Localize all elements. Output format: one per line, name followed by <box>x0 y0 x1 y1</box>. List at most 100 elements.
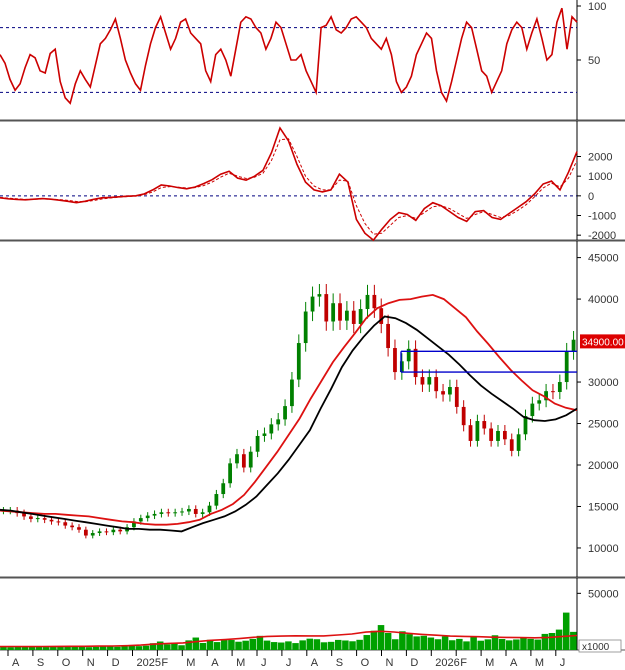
volume-bar <box>555 629 563 650</box>
volume-bar <box>164 644 171 650</box>
x-axis-tick-label: O <box>62 657 71 669</box>
volume-bar <box>384 633 392 650</box>
price-candle-body <box>118 529 123 532</box>
price-candle-body <box>434 377 439 392</box>
volume-bar <box>391 639 399 650</box>
price-candle-body <box>420 377 425 385</box>
volume-bar <box>413 636 420 650</box>
macd-tick-label: 1000 <box>588 171 612 183</box>
x-axis-tick-label: A <box>211 657 219 669</box>
macd-line <box>0 126 578 242</box>
price-candle-body <box>214 494 219 506</box>
x-axis-tick-label: F <box>460 657 467 669</box>
volume-bar <box>156 641 164 650</box>
price-candle-body <box>351 310 356 324</box>
volume-bar <box>313 639 321 650</box>
x-axis-tick-label: J <box>261 657 267 669</box>
price-candle-body <box>70 525 75 528</box>
price-candle-body <box>296 343 301 380</box>
volume-bar <box>505 640 513 650</box>
x-axis-tick-label: S <box>336 657 343 669</box>
volume-bar <box>520 637 527 650</box>
price-candle-body <box>386 323 390 349</box>
x-axis-tick-label: D <box>410 657 418 669</box>
price-tick-label: 15000 <box>588 501 619 513</box>
volume-bar <box>263 640 271 650</box>
price-tick-label: 30000 <box>588 377 619 389</box>
price-candle-body <box>49 519 54 522</box>
price-candle-body <box>90 533 95 536</box>
price-candle-body <box>413 348 418 378</box>
price-candle-body <box>77 527 81 530</box>
volume-bar <box>448 640 456 650</box>
price-tick-label: 45000 <box>588 253 619 265</box>
price-candle-body <box>42 518 47 520</box>
volume-bar <box>370 630 378 650</box>
volume-bar <box>548 633 556 650</box>
x-axis-tick-label: A <box>510 657 518 669</box>
price-candle-body <box>29 516 33 519</box>
price-last-label: 34900.00 <box>582 337 624 348</box>
price-candle-body <box>228 463 233 484</box>
x-axis-tick-label: D <box>112 657 120 669</box>
price-candle-body <box>221 483 226 495</box>
price-candle-body <box>482 421 487 429</box>
price-candle-body <box>173 512 178 514</box>
price-candle-body <box>56 521 61 523</box>
volume-bar <box>192 637 200 650</box>
x-axis-tick-label: S <box>37 657 44 669</box>
volume-bar <box>121 646 128 650</box>
x-axis-tick-label: M <box>236 657 245 669</box>
price-candle-body <box>509 439 514 451</box>
volume-bar <box>513 639 520 650</box>
price-tick-label: 20000 <box>588 460 619 472</box>
volume-bar <box>78 646 86 650</box>
price-candle-body <box>551 391 555 393</box>
oscillator-tick-label: 100 <box>588 1 606 13</box>
volume-bar <box>228 640 235 650</box>
volume-bar <box>470 636 477 650</box>
volume-bar <box>349 641 356 650</box>
price-tick-label: 40000 <box>588 294 619 306</box>
volume-bar <box>142 645 150 650</box>
price-candle-body <box>427 377 432 385</box>
price-candle-body <box>489 428 494 441</box>
volume-unit-label: x1000 <box>582 642 610 653</box>
macd-tick-label: 2000 <box>588 152 612 164</box>
price-candle-body <box>303 311 308 344</box>
macd-tick-label: -1000 <box>588 211 616 223</box>
price-ma-short-line <box>0 315 578 533</box>
volume-bar <box>64 646 71 650</box>
x-axis-tick-label: N <box>386 657 394 669</box>
price-candle-body <box>344 310 349 321</box>
volume-bar <box>534 639 541 650</box>
stock-chart: 100 50 2000 1000 0 -1000 -2000 45000 40000 30000 2… <box>0 0 625 670</box>
price-candle-body <box>564 351 569 383</box>
volume-bar <box>135 646 143 650</box>
price-candle-body <box>262 433 267 436</box>
oscillator-tick-label: 50 <box>588 55 600 67</box>
volume-tick-label: 50000 <box>588 588 619 600</box>
price-candle-body <box>283 406 287 420</box>
price-candle-body <box>537 400 542 404</box>
volume-bar <box>85 647 93 650</box>
volume-bar <box>477 640 484 650</box>
oscillator-line <box>0 7 578 105</box>
volume-bar <box>278 642 285 650</box>
x-axis-tick-label: M <box>186 657 195 669</box>
price-candle-body <box>111 529 116 533</box>
x-axis-tick-label: J <box>286 657 292 669</box>
x-axis-tick-label: M <box>485 657 494 669</box>
volume-bar <box>342 640 349 650</box>
macd-signal-line <box>0 138 578 235</box>
volume-bar <box>256 635 264 650</box>
price-candle-body <box>530 403 535 417</box>
price-candle-body <box>200 512 205 514</box>
volume-bar <box>270 642 278 650</box>
x-axis-tick-label: M <box>535 657 544 669</box>
volume-bar <box>406 634 413 650</box>
price-candle-body <box>83 529 88 536</box>
volume-bar <box>292 643 299 650</box>
price-candle-body <box>187 508 191 512</box>
price-candle-body <box>241 454 246 468</box>
